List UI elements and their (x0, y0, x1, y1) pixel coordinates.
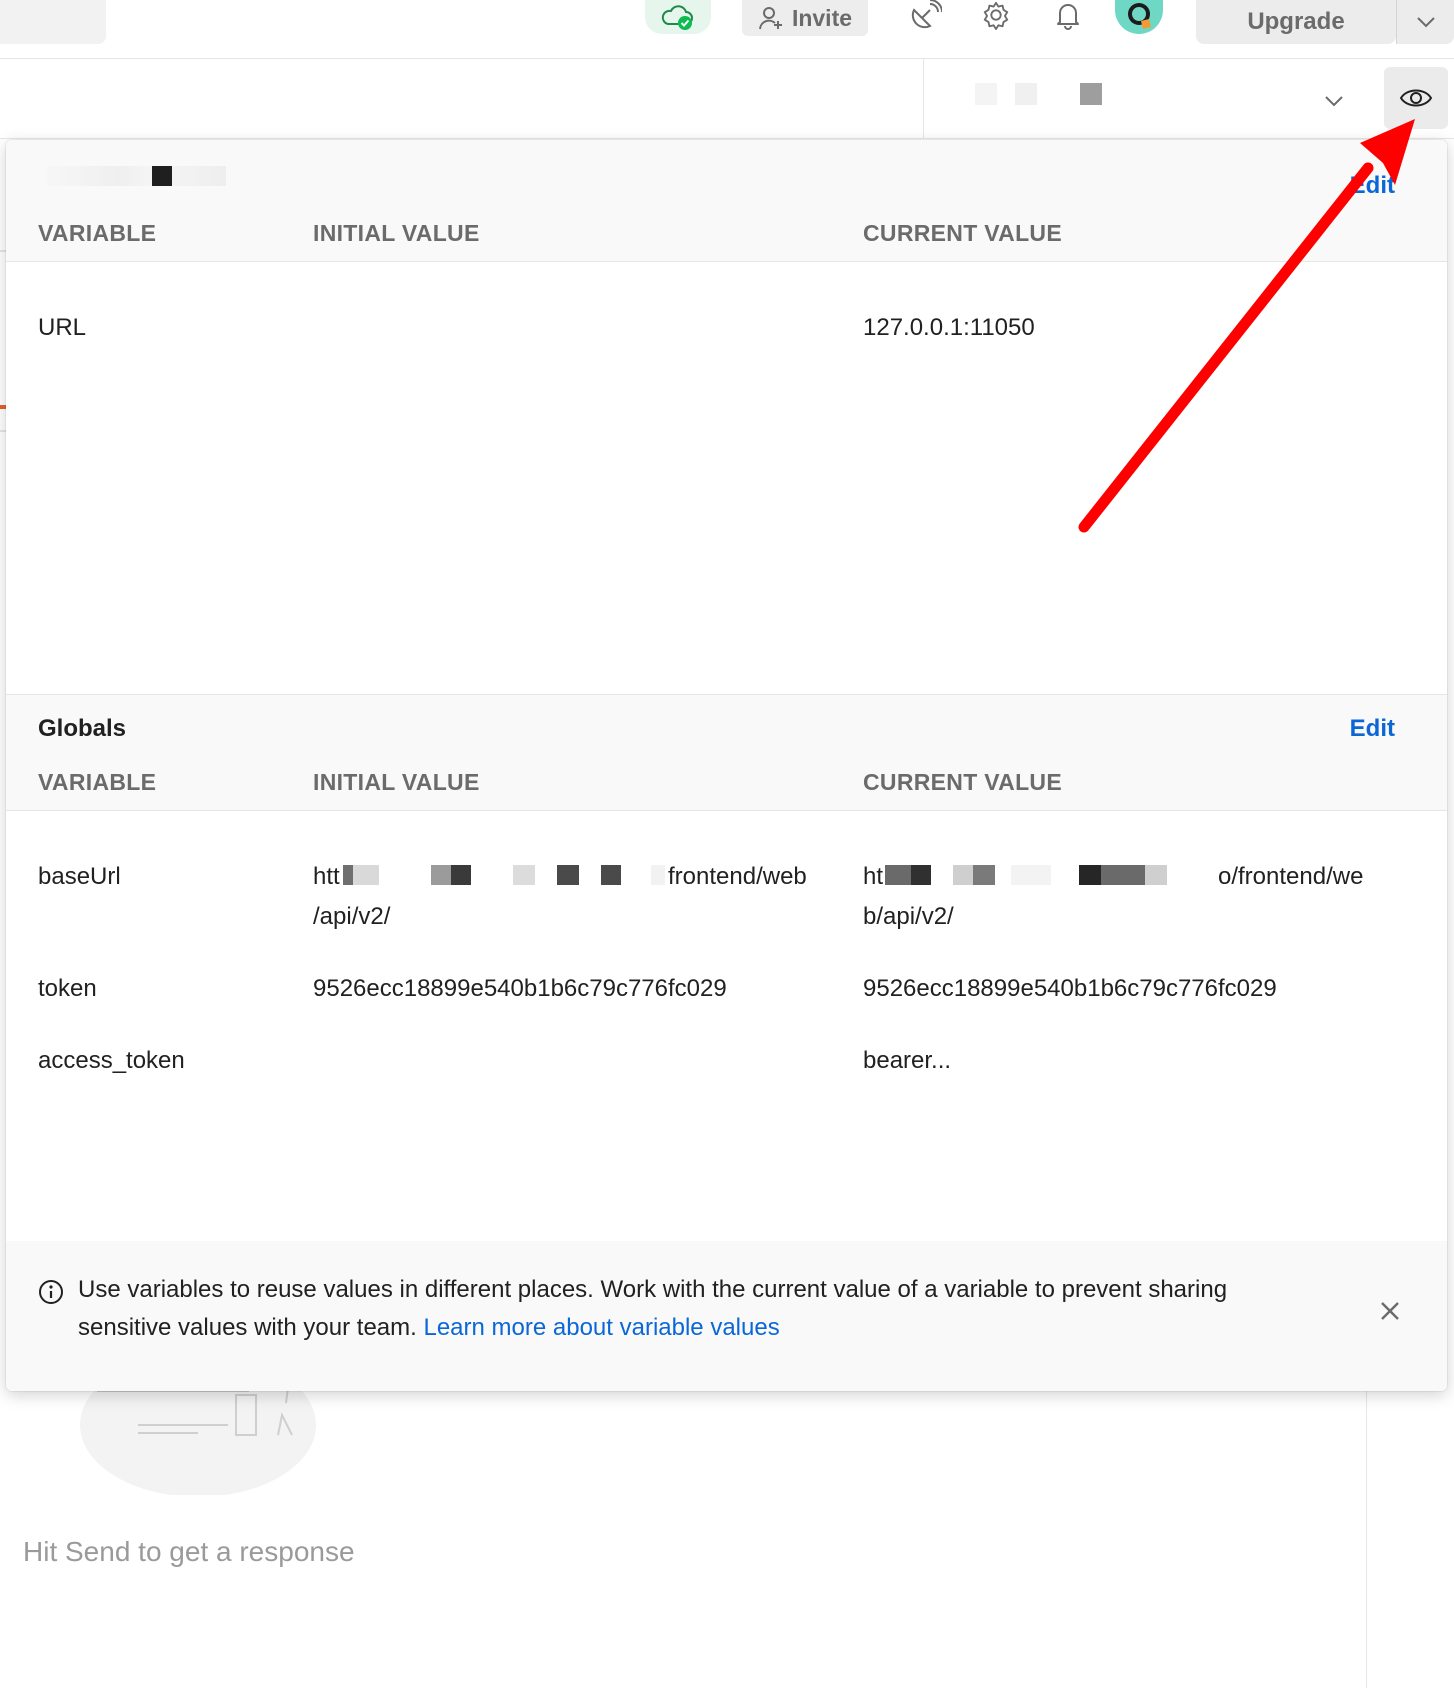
value-continuation: b/api/v2/ (863, 903, 954, 930)
info-icon (39, 1280, 63, 1304)
globals-title: Globals (38, 715, 127, 742)
eye-icon (1399, 89, 1433, 107)
chevron-down-icon (1416, 17, 1435, 28)
environment-quick-look-popover: Edit VARIABLE INITIAL VALUE CURRENT VALU… (6, 140, 1447, 1391)
upgrade-dropdown-button[interactable] (1396, 0, 1454, 44)
notifications-button[interactable] (1048, 0, 1088, 30)
variable-name: URL (38, 314, 87, 341)
redacted-value (343, 865, 353, 885)
column-header-variable: VARIABLE (38, 769, 157, 795)
current-value: 9526ecc18899e540b1b6c79c776fc029 (863, 975, 1277, 1002)
top-header: Invite Upgrade (0, 0, 1454, 59)
column-header-variable: VARIABLE (38, 220, 157, 246)
redacted-value (911, 865, 931, 885)
environment-table-header: VARIABLE INITIAL VALUE CURRENT VALUE (6, 198, 1447, 262)
redacted-value (513, 865, 535, 885)
environment-dropdown-chevron-icon[interactable] (1320, 87, 1348, 115)
divider (1366, 1390, 1367, 1688)
redacted-value (885, 865, 911, 885)
redacted-value (557, 865, 579, 885)
redacted-value (1011, 865, 1051, 885)
value-prefix: htt (313, 863, 340, 890)
redacted-value (451, 865, 471, 885)
redacted-value (651, 865, 665, 885)
column-header-initial-value: INITIAL VALUE (313, 769, 480, 795)
satellite-icon (911, 0, 942, 29)
search-box[interactable] (0, 0, 106, 44)
variable-name: token (38, 975, 97, 1002)
close-icon[interactable] (1376, 1297, 1404, 1325)
settings-button[interactable] (976, 0, 1016, 30)
upgrade-button[interactable]: Upgrade (1196, 0, 1396, 44)
value-prefix: ht (863, 863, 884, 890)
redacted-environment-title (152, 166, 172, 186)
gear-icon (983, 1, 1009, 30)
satellite-button[interactable] (905, 0, 945, 30)
info-banner: Use variables to reuse values in differe… (6, 1241, 1447, 1391)
user-avatar-icon (1128, 3, 1151, 29)
redacted-value (431, 865, 451, 885)
avatar[interactable] (1115, 0, 1163, 34)
environment-section-header: Edit (6, 140, 1447, 200)
redacted-environment-name (975, 83, 997, 105)
globals-table-header: VARIABLE INITIAL VALUE CURRENT VALUE (6, 747, 1447, 811)
redacted-value (601, 865, 621, 885)
environment-quick-look-button[interactable] (1384, 67, 1448, 129)
globals-edit-link[interactable]: Edit (1350, 715, 1395, 743)
globals-section-header: Globals Edit (6, 695, 1447, 753)
add-user-icon (758, 7, 782, 30)
current-value: ht o/frontend/we b/api/v2/ (863, 857, 1403, 937)
redacted-value (353, 865, 379, 885)
upgrade-label: Upgrade (1247, 8, 1345, 35)
redacted-value (953, 865, 973, 885)
redacted-environment-title (46, 166, 226, 186)
column-header-initial-value: INITIAL VALUE (313, 220, 480, 246)
redacted-value (973, 865, 995, 885)
variable-name: access_token (38, 1047, 185, 1074)
sync-status-button[interactable] (645, 0, 711, 34)
column-header-current-value: CURRENT VALUE (863, 220, 1062, 246)
invite-button[interactable]: Invite (742, 0, 868, 36)
current-value: 127.0.0.1:11050 (863, 314, 1035, 341)
value-suffix: o/frontend/we (1218, 863, 1364, 890)
response-placeholder: Hit Send to get a response (23, 1536, 355, 1567)
environment-bar (0, 59, 1454, 139)
redacted-environment-name (1080, 83, 1102, 105)
divider (923, 59, 924, 139)
cloud-sync-icon (661, 5, 693, 30)
environment-edit-link[interactable]: Edit (1350, 172, 1395, 200)
initial-value: htt frontend/web /api/v2/ (313, 857, 853, 937)
info-message: Use variables to reuse values in differe… (78, 1271, 1318, 1347)
redacted-value (1145, 865, 1167, 885)
variable-name: baseUrl (38, 863, 121, 890)
value-continuation: /api/v2/ (313, 903, 391, 930)
invite-label: Invite (791, 4, 853, 31)
redacted-value (1079, 865, 1101, 885)
current-value: bearer... (863, 1047, 952, 1074)
value-suffix: frontend/web (668, 863, 807, 890)
column-header-current-value: CURRENT VALUE (863, 769, 1062, 795)
learn-more-link[interactable]: Learn more about variable values (423, 1314, 779, 1341)
redacted-value (1101, 865, 1145, 885)
redacted-environment-name (1015, 83, 1037, 105)
initial-value: 9526ecc18899e540b1b6c79c776fc029 (313, 975, 727, 1002)
bell-icon (1057, 4, 1079, 30)
